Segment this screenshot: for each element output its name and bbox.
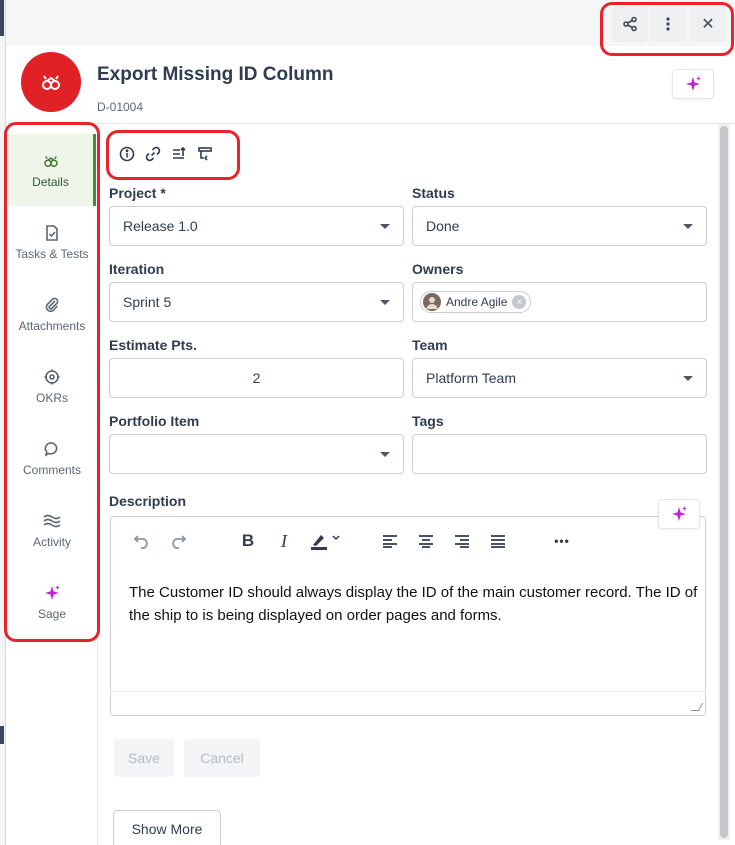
bold-button[interactable]: B [237, 530, 259, 552]
description-text[interactable]: The Customer ID should always display th… [129, 581, 699, 627]
tags-input[interactable] [412, 434, 707, 474]
status-value: Done [426, 218, 460, 234]
owners-field[interactable]: Andre Agile × [412, 282, 707, 322]
more-horizontal-icon[interactable]: ••• [551, 530, 573, 552]
description-label: Description [109, 493, 187, 509]
iteration-value: Sprint 5 [123, 294, 172, 310]
chevron-down-icon [380, 452, 390, 457]
iteration-label: Iteration [109, 261, 165, 277]
estimate-label: Estimate Pts. [109, 337, 197, 353]
editor-statusbar [111, 691, 705, 715]
sparkle-icon [672, 506, 687, 521]
item-id: D-01004 [97, 100, 144, 114]
chevron-down-icon [380, 300, 390, 305]
sidebar-item-details[interactable]: Details [8, 134, 96, 206]
link-icon[interactable] [144, 145, 162, 163]
owner-name: Andre Agile [446, 295, 508, 309]
description-editor[interactable]: B I ••• The Customer ID should always di… [110, 516, 706, 716]
chevron-down-icon [683, 224, 693, 229]
sidebar-item-label: Comments [22, 463, 81, 477]
detail-panel: ✕ Export Missing ID Column D-01004 Detai… [4, 0, 735, 845]
project-label: Project * [109, 185, 166, 201]
project-value: Release 1.0 [123, 218, 198, 234]
align-right-icon[interactable] [451, 530, 473, 552]
highlight-color-icon[interactable] [309, 530, 343, 552]
tasks-icon [45, 223, 59, 243]
chevron-down-icon [683, 376, 693, 381]
detail-toolbar [118, 144, 214, 164]
target-icon [44, 367, 60, 387]
defect-avatar [21, 52, 81, 112]
sidebar-item-label: Tasks & Tests [15, 247, 89, 261]
align-center-icon[interactable] [415, 530, 437, 552]
save-button[interactable]: Save [114, 739, 174, 777]
estimate-input[interactable]: 2 [109, 358, 404, 398]
align-justify-icon[interactable] [487, 530, 509, 552]
resize-handle-icon[interactable] [690, 703, 704, 711]
header-divider [6, 123, 735, 124]
more-vertical-icon [666, 17, 670, 31]
owners-label: Owners [412, 261, 464, 277]
scrollbar-thumb[interactable] [720, 126, 728, 838]
sidebar-item-activity[interactable]: Activity [8, 494, 96, 566]
sidebar-item-comments[interactable]: Comments [8, 422, 96, 494]
team-label: Team [412, 337, 448, 353]
sidebar-item-tasks-tests[interactable]: Tasks & Tests [8, 206, 96, 278]
team-value: Platform Team [426, 370, 516, 386]
status-select[interactable]: Done [412, 206, 707, 246]
italic-button[interactable]: I [273, 530, 295, 552]
sidebar-item-label: Sage [37, 607, 67, 621]
bug-icon [42, 75, 60, 90]
share-button[interactable] [612, 6, 648, 42]
avatar [423, 293, 441, 311]
sidebar-item-label: OKRs [35, 391, 68, 405]
paperclip-icon [44, 295, 60, 315]
estimate-value: 2 [252, 370, 261, 386]
info-icon[interactable] [118, 145, 136, 163]
close-button[interactable]: ✕ [690, 6, 726, 42]
align-left-icon[interactable] [379, 530, 401, 552]
share-icon [623, 16, 637, 32]
page-title: Export Missing ID Column [97, 64, 334, 85]
sidebar-item-label: Attachments [18, 319, 86, 333]
cancel-button[interactable]: Cancel [184, 739, 260, 777]
sidebar-item-label: Details [32, 175, 69, 189]
project-select[interactable]: Release 1.0 [109, 206, 404, 246]
undo-icon[interactable] [131, 530, 153, 552]
portfolio-label: Portfolio Item [109, 413, 200, 429]
sage-ai-button[interactable] [672, 69, 714, 99]
show-more-button[interactable]: Show More [113, 810, 221, 845]
sidebar-item-attachments[interactable]: Attachments [8, 278, 96, 350]
sidebar-item-okrs[interactable]: OKRs [8, 350, 96, 422]
owner-chip[interactable]: Andre Agile × [420, 291, 532, 313]
comment-icon [44, 439, 60, 459]
sidebar: Details Tasks & Tests Attachments OKRs C… [6, 124, 98, 845]
panel-topbar: ✕ [6, 0, 735, 46]
tags-label: Tags [412, 413, 444, 429]
iteration-select[interactable]: Sprint 5 [109, 282, 404, 322]
details-icon [42, 151, 60, 171]
status-label: Status [412, 185, 455, 201]
scrollbar[interactable] [718, 124, 730, 840]
more-options-button[interactable] [650, 6, 686, 42]
hierarchy-icon[interactable] [196, 145, 214, 163]
remove-chip-icon[interactable]: × [512, 295, 527, 309]
sparkle-icon [686, 76, 701, 91]
chevron-down-icon [380, 224, 390, 229]
redo-icon[interactable] [167, 530, 189, 552]
team-select[interactable]: Platform Team [412, 358, 707, 398]
background-mark [0, 726, 4, 744]
sparkle-icon [43, 583, 61, 603]
sidebar-item-label: Activity [32, 535, 71, 549]
background-mark [0, 0, 4, 36]
sort-rank-icon[interactable] [170, 145, 188, 163]
sage-description-button[interactable] [658, 499, 700, 529]
close-icon: ✕ [701, 16, 715, 33]
portfolio-select[interactable] [109, 434, 404, 474]
activity-icon [43, 511, 61, 531]
sidebar-item-sage[interactable]: Sage [8, 566, 96, 638]
editor-toolbar: B I ••• [111, 517, 705, 565]
